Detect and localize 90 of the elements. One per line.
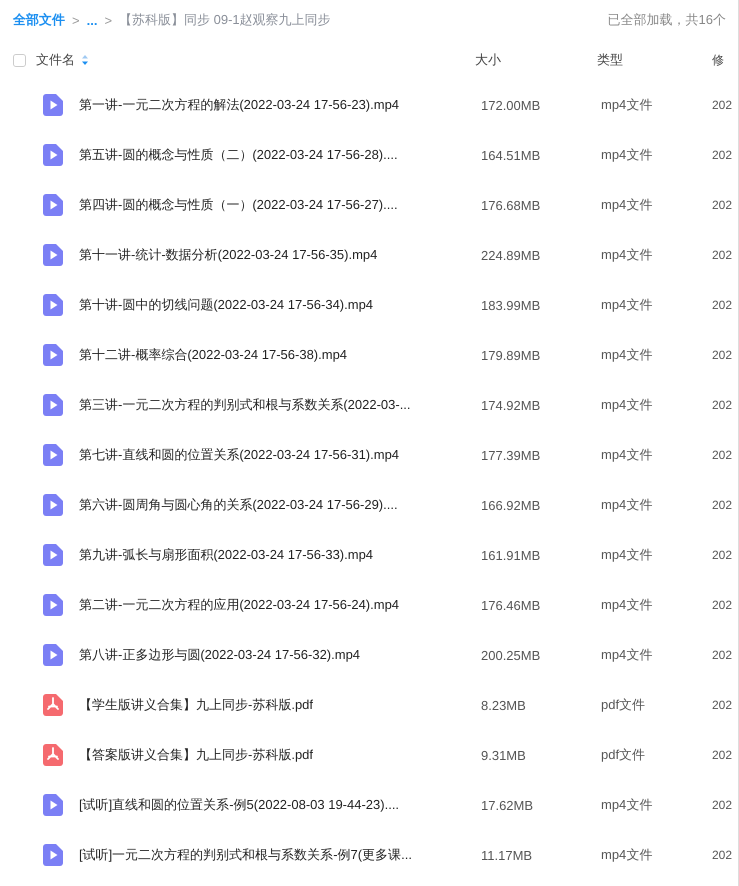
file-size: 183.99MB — [481, 298, 540, 312]
file-size: 17.62MB — [481, 798, 534, 812]
modified-date: 202 — [712, 148, 732, 162]
modified-date: 202 — [712, 748, 732, 762]
modified-date: 202 — [712, 198, 732, 212]
file-size: 174.92MB — [481, 398, 540, 412]
file-name[interactable]: 第一讲-一元二次方程的解法(2022-03-24 17-56-23).mp4 — [79, 96, 400, 114]
pdf-file-icon — [43, 694, 63, 716]
file-type: pdf文件 — [601, 747, 646, 762]
file-name[interactable]: 第二讲-一元二次方程的应用(2022-03-24 17-56-24).mp4 — [79, 596, 400, 614]
file-size: 11.17MB — [481, 848, 532, 862]
file-name[interactable]: [试听]一元二次方程的判别式和根与系数关系-例7(更多课... — [79, 846, 412, 864]
modified-date: 202 — [712, 448, 732, 462]
file-name[interactable]: 第十一讲-统计-数据分析(2022-03-24 17-56-35).mp4 — [79, 246, 378, 264]
breadcrumb-separator: > — [104, 12, 112, 28]
file-size: 9.31MB — [481, 748, 526, 762]
file-name[interactable]: 第十二讲-概率综合(2022-03-24 17-56-38).mp4 — [79, 346, 348, 364]
video-file-icon — [43, 444, 63, 466]
file-type: mp4文件 — [601, 197, 652, 212]
file-name[interactable]: 第五讲-圆的概念与性质（二）(2022-03-24 17-56-28).... — [79, 146, 398, 164]
file-size: 176.46MB — [481, 598, 540, 612]
file-type: mp4文件 — [601, 397, 652, 412]
video-file-icon — [43, 594, 63, 616]
file-name[interactable]: 【学生版讲义合集】九上同步-苏科版.pdf — [79, 696, 314, 714]
file-type: mp4文件 — [601, 547, 652, 562]
video-file-icon — [43, 394, 63, 416]
modified-date: 202 — [712, 848, 732, 862]
file-type: mp4文件 — [601, 97, 652, 112]
modified-date: 202 — [712, 698, 732, 712]
modified-date: 202 — [712, 648, 732, 662]
file-size: 179.89MB — [481, 348, 540, 362]
file-size: 8.23MB — [481, 698, 526, 712]
file-size: 164.51MB — [481, 148, 540, 162]
file-name[interactable]: 第六讲-圆周角与圆心角的关系(2022-03-24 17-56-29).... — [79, 496, 398, 514]
load-status: 已全部加载，共16个 — [608, 11, 726, 29]
file-type: mp4文件 — [601, 847, 652, 862]
file-type: mp4文件 — [601, 497, 652, 512]
breadcrumb-separator: > — [72, 12, 80, 28]
modified-date: 202 — [712, 298, 732, 312]
file-name[interactable]: 第四讲-圆的概念与性质（一）(2022-03-24 17-56-27).... — [79, 196, 398, 214]
video-file-icon — [43, 844, 63, 866]
file-type: mp4文件 — [601, 797, 652, 812]
file-name[interactable]: 第九讲-弧长与扇形面积(2022-03-24 17-56-33).mp4 — [79, 546, 374, 564]
video-file-icon — [43, 144, 63, 166]
modified-date: 202 — [712, 398, 732, 412]
file-type: pdf文件 — [601, 697, 646, 712]
file-name[interactable]: 第七讲-直线和圆的位置关系(2022-03-24 17-56-31).mp4 — [79, 446, 400, 464]
file-size: 200.25MB — [481, 648, 540, 662]
file-name[interactable]: [试听]直线和圆的位置关系-例5(2022-08-03 19-44-23).... — [79, 796, 400, 814]
file-type: mp4文件 — [601, 347, 652, 362]
file-name[interactable]: 第十讲-圆中的切线问题(2022-03-24 17-56-34).mp4 — [79, 296, 374, 314]
modified-date: 202 — [712, 248, 732, 262]
sort-icon[interactable] — [81, 54, 89, 66]
file-type: mp4文件 — [601, 597, 652, 612]
file-size: 224.89MB — [481, 248, 540, 262]
file-type: mp4文件 — [601, 247, 652, 262]
video-file-icon — [43, 194, 63, 216]
modified-date: 202 — [712, 548, 732, 562]
file-type: mp4文件 — [601, 647, 652, 662]
column-header[interactable]: 大小 — [475, 52, 501, 67]
modified-date: 202 — [712, 98, 732, 112]
column-header[interactable]: 类型 — [597, 52, 623, 67]
file-type: mp4文件 — [601, 297, 652, 312]
file-size: 161.91MB — [481, 548, 540, 562]
file-name[interactable]: 【答案版讲义合集】九上同步-苏科版.pdf — [79, 746, 314, 764]
file-name[interactable]: 第三讲-一元二次方程的判别式和根与系数关系(2022-03-... — [79, 396, 411, 414]
breadcrumb-current: 【苏科版】同步 09-1赵观察九上同步 — [119, 11, 331, 29]
column-header[interactable]: 文件名 — [36, 51, 75, 69]
modified-date: 202 — [712, 598, 732, 612]
video-file-icon — [43, 494, 63, 516]
file-name[interactable]: 第八讲-正多边形与圆(2022-03-24 17-56-32).mp4 — [79, 646, 360, 664]
video-file-icon — [43, 794, 63, 816]
select-all-checkbox[interactable] — [13, 54, 26, 66]
video-file-icon — [43, 544, 63, 566]
column-header[interactable]: 修 — [712, 52, 724, 66]
video-file-icon — [43, 294, 63, 316]
modified-date: 202 — [712, 348, 732, 362]
video-file-icon — [43, 344, 63, 366]
pdf-file-icon — [43, 744, 63, 766]
video-file-icon — [43, 244, 63, 266]
file-size: 172.00MB — [481, 98, 540, 112]
modified-date: 202 — [712, 498, 732, 512]
file-size: 166.92MB — [481, 498, 540, 512]
video-file-icon — [43, 94, 63, 116]
video-file-icon — [43, 644, 63, 666]
file-size: 176.68MB — [481, 198, 540, 212]
file-size: 177.39MB — [481, 448, 540, 462]
file-type: mp4文件 — [601, 147, 652, 162]
file-type: mp4文件 — [601, 447, 652, 462]
modified-date: 202 — [712, 798, 732, 812]
